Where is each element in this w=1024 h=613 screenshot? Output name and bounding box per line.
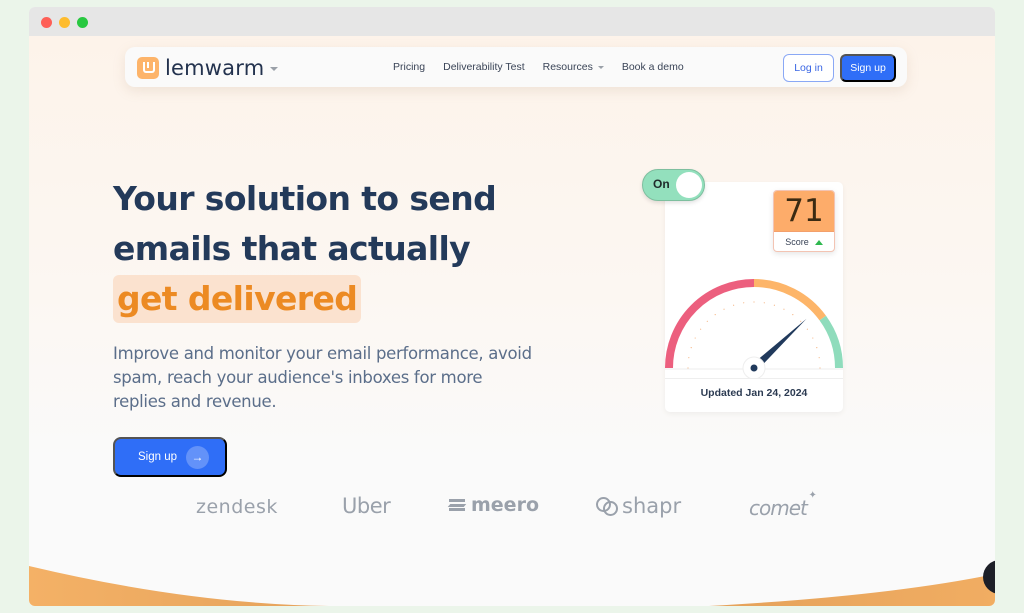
comet-logo: comet ✦	[749, 490, 817, 520]
gauge-tick	[819, 367, 821, 369]
headline-line-2: emails that actually	[113, 229, 471, 268]
customer-logos: zendesk Uber meero shapr comet ✦	[29, 490, 995, 524]
gauge-tick	[773, 304, 775, 306]
bottom-wave-decoration	[29, 566, 995, 606]
gauge-tick	[783, 308, 785, 310]
comet-logo-text: comet	[749, 496, 808, 520]
nav-link-label: Book a demo	[621, 61, 684, 73]
chevron-down-icon	[597, 65, 604, 69]
top-navbar: lemwarm Pricing Deliverability Test Reso…	[125, 47, 907, 87]
lemwarm-logo-icon	[137, 57, 159, 79]
gauge-tick	[688, 357, 690, 359]
gauge-arc-high	[819, 315, 843, 369]
gauge-tick	[792, 314, 794, 316]
headline-highlight: get delivered	[113, 275, 362, 323]
chevron-down-icon	[270, 67, 279, 71]
nav-link-label: Pricing	[393, 61, 426, 73]
nav-link-resources[interactable]: Resources	[543, 61, 604, 73]
landing-page: lemwarm Pricing Deliverability Test Reso…	[29, 36, 995, 606]
score-label: Score	[785, 237, 809, 247]
nav-link-deliverability-test[interactable]: Deliverability Test	[443, 61, 525, 73]
gauge-tick	[806, 328, 808, 330]
gauge-tick	[800, 320, 802, 322]
hero-signup-button[interactable]: Sign up →	[113, 437, 227, 477]
nav-link-book-demo[interactable]: Book a demo	[622, 61, 684, 73]
logo-text: lemwarm	[165, 56, 265, 80]
gauge-tick	[753, 301, 755, 303]
nav-links: Pricing Deliverability Test Resources Bo…	[393, 47, 702, 87]
gauge-tick	[687, 367, 689, 369]
nav-link-label: Deliverability Test	[443, 61, 525, 73]
toggle-knob	[676, 172, 702, 198]
gauge-tick	[818, 357, 820, 359]
toggle-label: On	[653, 177, 670, 191]
gauge-tick	[816, 347, 818, 349]
hero-headline: Your solution to send emails that actual…	[113, 174, 497, 324]
score-card: 71 Score Updated Jan 24, 2024	[665, 182, 843, 412]
gauge-tick	[763, 302, 765, 304]
meero-mark-icon	[447, 499, 467, 511]
deliverability-score-widget: 71 Score Updated Jan 24, 2024 On	[642, 169, 843, 412]
score-gauge	[665, 279, 843, 378]
shapr-logo: shapr	[596, 494, 681, 518]
minimize-window-button[interactable]	[59, 17, 70, 28]
title-bar	[29, 7, 995, 36]
gauge-arc-low	[665, 279, 755, 369]
trend-up-icon	[814, 239, 823, 245]
gauge-tick	[706, 320, 708, 322]
gauge-tick	[743, 302, 745, 304]
updated-date: Updated Jan 24, 2024	[665, 378, 843, 406]
sparkle-icon: ✦	[808, 490, 816, 501]
signup-button-nav[interactable]: Sign up	[840, 54, 896, 82]
meero-logo-text: meero	[471, 494, 539, 516]
score-value: 71	[774, 191, 834, 232]
headline-line-1: Your solution to send	[113, 179, 497, 218]
arrow-right-icon: →	[186, 445, 210, 469]
shapr-mark-icon	[596, 495, 620, 517]
gauge-tick	[714, 314, 716, 316]
gauge-tick	[812, 337, 814, 339]
meero-logo: meero	[447, 494, 539, 516]
gauge-hub-dot	[750, 364, 758, 372]
warmup-toggle[interactable]: On	[642, 169, 705, 201]
nav-link-pricing[interactable]: Pricing	[393, 61, 425, 73]
close-window-button[interactable]	[41, 17, 52, 28]
gauge-tick	[723, 308, 725, 310]
maximize-window-button[interactable]	[77, 17, 88, 28]
hero-subtext: Improve and monitor your email performan…	[113, 344, 532, 411]
login-button[interactable]: Log in	[783, 54, 834, 82]
zendesk-logo: zendesk	[196, 496, 278, 518]
gauge-tick	[700, 328, 702, 330]
nav-link-label: Resources	[542, 61, 593, 73]
score-box: 71 Score	[773, 190, 835, 252]
hero-signup-label: Sign up	[138, 451, 178, 463]
gauge-tick	[733, 304, 735, 306]
gauge-tick	[694, 337, 696, 339]
browser-window: lemwarm Pricing Deliverability Test Reso…	[29, 7, 995, 606]
headline-line-3: get delivered	[113, 274, 496, 324]
shapr-logo-text: shapr	[622, 494, 682, 518]
uber-logo: Uber	[342, 494, 391, 518]
score-label-row: Score	[774, 232, 834, 251]
gauge-tick	[690, 347, 692, 349]
gauge-arc-mid	[753, 279, 827, 321]
logo-menu[interactable]: lemwarm	[137, 56, 279, 80]
